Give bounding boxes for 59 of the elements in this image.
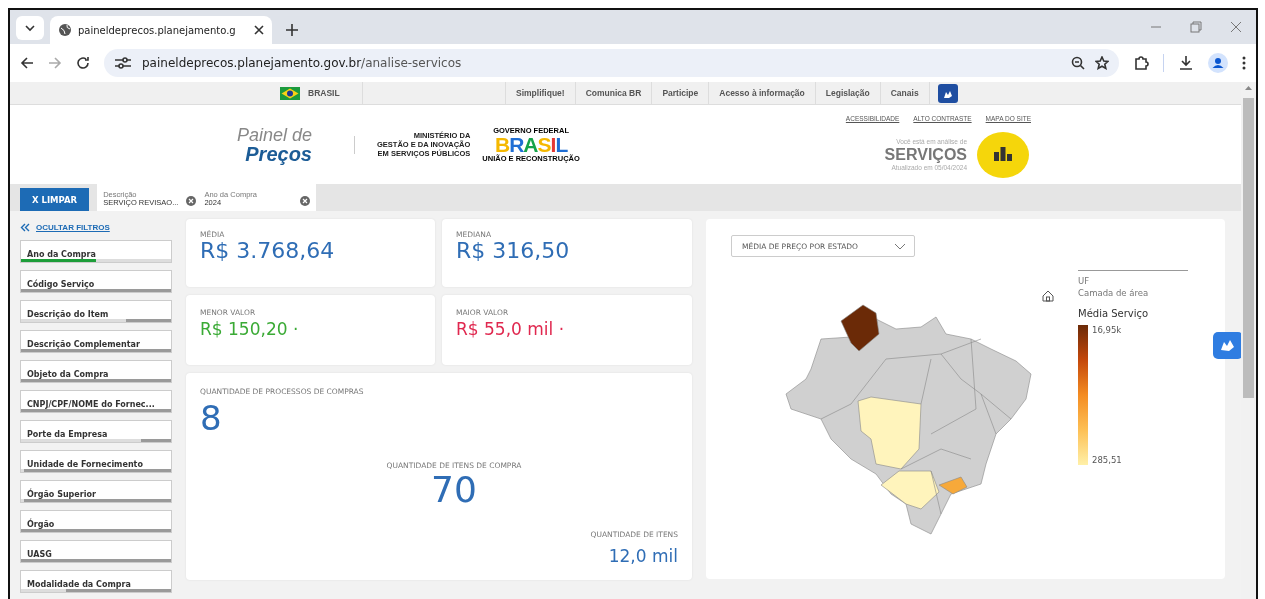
reload-icon[interactable] [76,56,90,70]
scrollbar-thumb[interactable] [1243,98,1254,398]
legend-max: 16,95k [1092,325,1122,335]
filter-dropdown[interactable]: Descrição do Item [20,300,172,323]
filter-dropdown[interactable]: CNPJ/CPF/NOME do Fornec... [20,390,172,413]
stat-value: R$ 3.768,64 [200,239,336,264]
close-icon[interactable] [254,25,264,35]
extension-icon[interactable] [1133,55,1149,71]
gov-link[interactable]: Comunica BR [575,82,653,104]
address-bar[interactable]: paineldeprecos.planejamento.gov.br/analise-servicos [104,49,1119,77]
gov-link[interactable]: Legislação [815,82,881,104]
legend-min: 285,51 [1092,455,1122,465]
new-tab-icon[interactable] [284,22,300,38]
section-title: SERVIÇOS [884,145,967,165]
legend-layer: UF [1078,276,1091,286]
filter-dropdown[interactable]: Objeto da Compra [20,360,172,383]
gov-link[interactable]: Canais [880,82,930,104]
browser-tab[interactable]: paineldeprecos.planejamento.g [50,16,272,44]
stat-value: R$ 150,20 · [200,320,300,339]
zoom-out-icon[interactable] [1071,56,1085,70]
filter-dropdown[interactable]: Descrição Complementar [20,330,172,353]
gov-link[interactable]: Acesso à informação [709,82,816,104]
legend-title: Média Serviço [1078,308,1150,319]
hide-filters-link[interactable]: OCULTAR FILTROS [36,223,110,232]
flag-icon [280,86,300,100]
chevron-down-icon [894,242,906,250]
filter-dropdown[interactable]: Código Serviço [20,270,172,293]
site-settings-icon[interactable] [114,56,132,70]
stat-value: R$ 316,50 [456,239,571,264]
remove-icon[interactable] [300,195,311,206]
stat-value: R$ 55,0 mil · [456,320,566,339]
gov-link[interactable]: Simplifique! [506,82,576,104]
remove-icon[interactable] [186,195,197,206]
download-icon[interactable] [1178,55,1194,71]
home-icon[interactable] [1042,290,1054,302]
tab-list-icon[interactable] [16,16,44,40]
site-logo[interactable]: Painel de Preços [222,125,312,164]
globe-icon [58,23,72,37]
count-value: 70 [431,470,477,510]
count-value: 12,0 mil [608,547,678,566]
double-chevron-left-icon [20,223,30,232]
gov-link[interactable]: Participe [652,82,710,104]
country-label: BRASIL [308,88,340,98]
bar-chart-icon [977,132,1029,178]
profile-icon[interactable] [1208,53,1228,73]
back-icon[interactable] [20,56,34,70]
filter-dropdown[interactable]: Unidade de Fornecimento [20,450,172,473]
clear-filters-button[interactable]: X LIMPAR [20,188,90,211]
count-value: 8 [200,400,223,438]
filter-dropdown[interactable]: Órgão [20,510,172,533]
star-icon[interactable] [1095,56,1109,70]
url-text: paineldeprecos.planejamento.gov.br/analise-servicos [142,56,462,70]
filter-dropdown[interactable]: Órgão Superior [20,480,172,503]
filter-dropdown[interactable]: UASG [20,540,172,563]
menu-icon[interactable] [1242,56,1246,70]
legend-sublayer: Camada de área [1078,288,1150,298]
filter-dropdown[interactable]: Ano da Compra [20,240,172,263]
filter-dropdown[interactable]: Modalidade da Compra [20,570,172,593]
filter-dropdown[interactable]: Porte da Empresa [20,420,172,443]
